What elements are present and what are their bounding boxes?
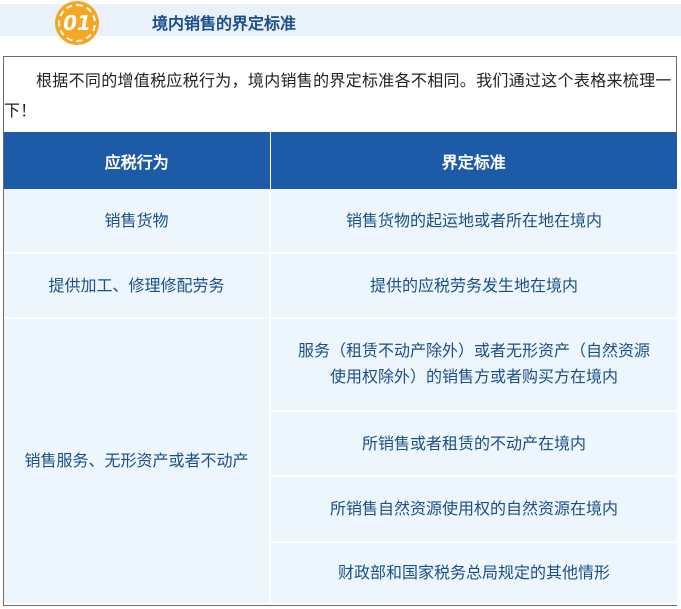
section-number: 01: [63, 11, 91, 35]
table-row: 提供加工、修理修配劳务 提供的应税劳务发生地在境内: [4, 253, 677, 319]
behavior-cell: 提供加工、修理修配劳务: [4, 253, 271, 319]
header-standard: 界定标准: [270, 132, 677, 189]
section-title: 境内销售的界定标准: [152, 14, 297, 33]
table-row: 销售服务、无形资产或者不动产 服务（租赁不动产除外）或者无形资产（自然资源使用权…: [4, 317, 677, 606]
standard-cell: 所销售或者租赁的不动产在境内: [270, 410, 677, 478]
standard-cell: 财政部和国家税务总局规定的其他情形: [270, 541, 677, 606]
section-number-badge: 01: [55, 1, 99, 45]
standard-cell: 服务（租赁不动产除外）或者无形资产（自然资源使用权除外）的销售方或者购买方在境内: [270, 317, 677, 412]
table-row: 销售货物 销售货物的起运地或者所在地在境内: [4, 189, 677, 255]
behavior-cell: 销售服务、无形资产或者不动产: [4, 317, 271, 606]
criteria-table: 应税行为 界定标准 销售货物 销售货物的起运地或者所在地在境内 提供加工、修理修…: [4, 132, 677, 606]
standard-cell: 提供的应税劳务发生地在境内: [270, 253, 677, 319]
intro-paragraph: 根据不同的增值税应税行为，境内销售的界定标准各不相同。我们通过这个表格来梳理一下…: [4, 71, 672, 120]
standard-cell: 所销售自然资源使用权的自然资源在境内: [270, 476, 677, 543]
section-header-bar: [0, 4, 681, 36]
header-behavior: 应税行为: [4, 132, 271, 189]
table-header-row: 应税行为 界定标准: [4, 132, 677, 189]
standard-cell: 销售货物的起运地或者所在地在境内: [270, 189, 677, 255]
behavior-cell: 销售货物: [4, 189, 271, 255]
